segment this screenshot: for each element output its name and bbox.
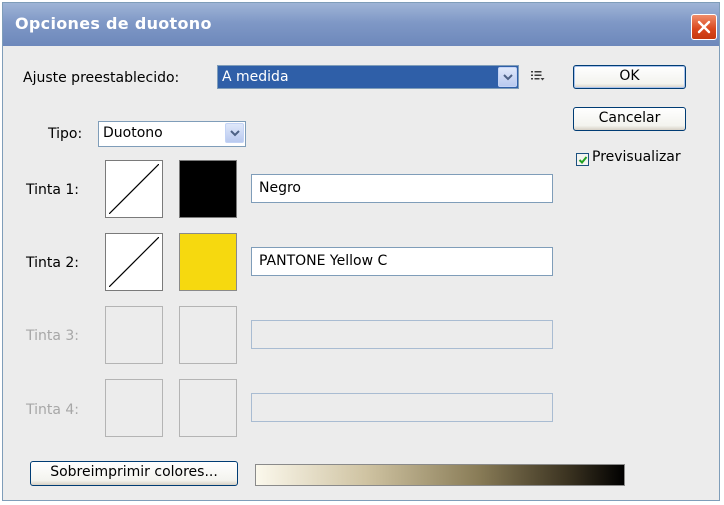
duotone-options-dialog: Opciones de duotono Ajuste preestablecid… — [2, 2, 720, 501]
ink-2-label: Tinta 2: — [26, 255, 80, 271]
ink-4-name-field — [251, 393, 553, 422]
ink-1-name-field[interactable]: Negro — [251, 174, 553, 203]
close-button[interactable] — [691, 14, 717, 40]
ink-4-label: Tinta 4: — [26, 402, 80, 418]
preview-label: Previsualizar — [592, 149, 681, 165]
ink-3-name-field — [251, 320, 553, 349]
chevron-down-icon — [503, 74, 513, 81]
type-dropdown[interactable]: Duotono — [98, 121, 246, 147]
checkmark-icon — [578, 156, 588, 164]
title-bar[interactable]: Opciones de duotono — [3, 3, 719, 46]
type-dropdown-arrow[interactable] — [225, 123, 244, 143]
duotone-ramp-preview — [255, 464, 625, 486]
ink-4-curve-button — [105, 379, 163, 437]
type-label: Tipo: — [48, 126, 83, 142]
ink-2-curve-button[interactable] — [105, 233, 163, 291]
preview-checkbox[interactable] — [576, 153, 589, 166]
ink-2-name: PANTONE Yellow C — [259, 253, 388, 269]
chevron-down-icon — [230, 130, 240, 137]
duotone-curve-icon — [109, 164, 159, 214]
ink-3-color-swatch — [179, 306, 237, 364]
type-value: Duotono — [103, 125, 163, 141]
ink-3-curve-button — [105, 306, 163, 364]
dialog-title: Opciones de duotono — [15, 14, 212, 33]
ok-button[interactable]: OK — [573, 65, 686, 89]
ink-2-color-swatch[interactable] — [179, 233, 237, 291]
ink-1-name: Negro — [259, 180, 301, 196]
dialog-body: Ajuste preestablecido: A medida OK Cance… — [3, 46, 719, 500]
ink-3-label: Tinta 3: — [26, 328, 80, 344]
ink-1-color-swatch[interactable] — [179, 160, 237, 218]
ink-1-curve-button[interactable] — [105, 160, 163, 218]
preset-dropdown[interactable]: A medida — [217, 65, 519, 89]
ink-2-name-field[interactable]: PANTONE Yellow C — [251, 247, 553, 276]
preset-options-menu-icon[interactable] — [531, 70, 545, 82]
ink-4-color-swatch — [179, 379, 237, 437]
cancel-button[interactable]: Cancelar — [573, 107, 686, 131]
ink-1-label: Tinta 1: — [26, 182, 80, 198]
duotone-curve-icon — [109, 237, 159, 287]
preset-value: A medida — [222, 69, 289, 85]
overprint-colors-button[interactable]: Sobreimprimir colores... — [30, 461, 238, 486]
preset-label: Ajuste preestablecido: — [23, 70, 180, 86]
preset-dropdown-arrow[interactable] — [498, 67, 517, 87]
close-icon — [697, 20, 711, 34]
